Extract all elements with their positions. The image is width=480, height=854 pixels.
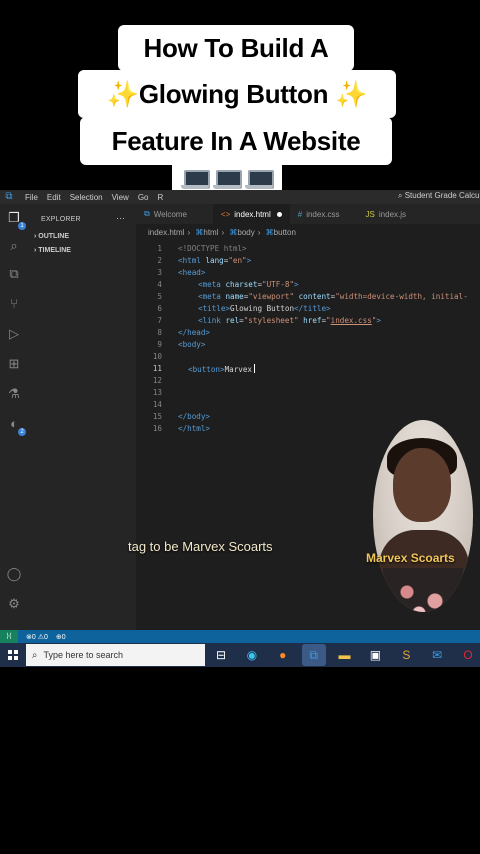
crumb-button[interactable]: button [274, 228, 296, 237]
title-line-1: How To Build A [118, 25, 354, 71]
explorer-sidebar: EXPLORER ··· › OUTLINE › TIMELINE [28, 204, 136, 630]
presenter-name: Marvex Scoarts [366, 551, 455, 565]
taskbar-search-placeholder: Type here to search [43, 650, 124, 660]
code-editor[interactable]: 1 2 3 4 5 6 7 8 9 10 11 12 13 14 15 16 <… [136, 242, 480, 442]
status-bar: ⟩⟨ ⊗0 ⚠0 ⊕0 [0, 630, 480, 643]
tab-welcome[interactable]: ⧉ Welcome [136, 204, 195, 224]
unsaved-dot-icon [276, 211, 282, 217]
remote-indicator-icon[interactable]: ⟩⟨ [0, 630, 18, 643]
code-line: <meta charset="UTF-8"> [198, 280, 299, 289]
editor-tabs: ⧉ Welcome <> index.html # index.css JS index… [136, 204, 480, 224]
line-number: 13 [152, 388, 162, 397]
testing-icon[interactable]: ⚗ [6, 386, 22, 402]
menu-selection[interactable]: Selection [70, 193, 103, 202]
menu-go[interactable]: Go [138, 193, 149, 202]
code-line: </head> [178, 328, 211, 337]
vscode-logo-icon: ⧉ [5, 191, 13, 202]
tab-index-js[interactable]: JS index.js [358, 204, 414, 224]
explorer-icon[interactable]: ❐ 1 [6, 210, 26, 230]
code-line: <link rel="stylesheet" href="index.css"> [198, 316, 381, 325]
code-line: </html> [178, 424, 211, 433]
files-icon[interactable]: ⧉ [6, 266, 22, 282]
start-button[interactable] [0, 643, 26, 667]
html-icon: <> [220, 209, 231, 219]
workspace-name: Student Grade Calcu [404, 191, 480, 200]
line-number: 8 [157, 328, 162, 337]
command-center-search[interactable]: ⌕ Student Grade Calcu [398, 191, 479, 201]
firefox-icon[interactable]: ● [271, 644, 295, 666]
code-line: <!DOCTYPE html> [178, 244, 247, 253]
problems-count[interactable]: ⊗0 ⚠0 [26, 633, 48, 641]
code-line: <head> [178, 268, 206, 277]
search-icon: ⌕ [31, 649, 38, 661]
line-number: 9 [157, 340, 162, 349]
tab-index-html[interactable]: <> index.html [212, 204, 290, 224]
line-number: 1 [157, 244, 162, 253]
store-icon[interactable]: ▣ [363, 644, 387, 666]
windows-taskbar: ⌕ Type here to search ⊟ ◉ ● ⧉ ▬ ▣ S ✉ O [0, 643, 480, 667]
menu-view[interactable]: View [112, 193, 129, 202]
account-icon[interactable]: ◯ [6, 566, 22, 582]
search-icon[interactable]: ⌕ [6, 238, 22, 254]
line-number: 16 [152, 424, 162, 433]
taskbar-search[interactable]: ⌕ Type here to search [25, 644, 206, 666]
crumb-html[interactable]: html [203, 228, 218, 237]
menu-edit[interactable]: Edit [47, 193, 61, 202]
line-number: 14 [152, 400, 162, 409]
explorer-title: EXPLORER [41, 216, 81, 223]
code-line: <title>Glowing Button</title> [198, 304, 331, 313]
code-line: <html lang="en"> [178, 256, 252, 265]
line-number: 3 [157, 268, 162, 277]
task-view-icon[interactable]: ⊟ [209, 644, 233, 666]
line-number: 11 [152, 364, 162, 373]
vscode-taskbar-icon[interactable]: ⧉ [301, 644, 326, 666]
video-frame: How To Build A ✨Glowing Button ✨ Feature… [0, 0, 480, 854]
tab-index-css[interactable]: # index.css [290, 204, 348, 224]
code-line: </body> [178, 412, 211, 421]
settings-gear-icon[interactable]: ⚙ [6, 596, 22, 612]
line-number: 2 [157, 256, 162, 265]
ports-count[interactable]: ⊕0 [56, 633, 66, 641]
code-line: <meta name="viewport" content="width=dev… [198, 292, 468, 301]
vscode-icon: ⧉ [144, 209, 150, 218]
crumb-body[interactable]: body [237, 228, 254, 237]
code-line-active: <button>Marvex [188, 364, 256, 374]
text-cursor [254, 364, 256, 373]
js-icon: JS [365, 209, 375, 219]
menu-bar: ⧉ File Edit Selection View Go R ⌕ Studen… [0, 190, 480, 204]
file-explorer-icon[interactable]: ▬ [333, 644, 357, 666]
title-line-3: Feature In A Website [80, 117, 392, 165]
outline-section[interactable]: › OUTLINE [34, 233, 69, 240]
crumb-file[interactable]: index.html [148, 228, 184, 237]
css-icon: # [297, 209, 303, 219]
extensions-icon[interactable]: ⊞ [6, 356, 22, 372]
line-number: 7 [157, 316, 162, 325]
presenter-webcam [373, 420, 473, 612]
line-number: 4 [157, 280, 162, 289]
run-debug-icon[interactable]: ▷ [6, 326, 22, 342]
title-line-2: ✨Glowing Button ✨ [78, 70, 396, 118]
activity-bar: ❐ 1 ⌕ ⧉ ⑂ ▷ ⊞ ⚗ ◐ 2 ◯ ⚙ [0, 204, 28, 630]
sublime-text-icon[interactable]: S [394, 644, 418, 666]
timeline-section[interactable]: › TIMELINE [34, 247, 71, 254]
menu-run[interactable]: R [157, 193, 163, 202]
opera-icon[interactable]: O [456, 644, 480, 666]
more-actions-icon[interactable]: ··· [116, 213, 125, 223]
line-number: 5 [157, 292, 162, 301]
breadcrumb: index.html › ⌘html › ⌘body › ⌘button [148, 228, 296, 237]
subtitle-caption: tag to be Marvex Scoarts [128, 539, 273, 554]
menu-file[interactable]: File [25, 193, 38, 202]
line-number: 6 [157, 304, 162, 313]
line-number: 15 [152, 412, 162, 421]
mail-icon[interactable]: ✉ [425, 644, 449, 666]
line-number: 10 [152, 352, 162, 361]
edge-browser-icon[interactable]: ◉ [240, 644, 264, 666]
line-number: 12 [152, 376, 162, 385]
remote-icon[interactable]: ◐ 2 [6, 416, 26, 436]
source-control-icon[interactable]: ⑂ [6, 296, 22, 312]
code-line: <body> [178, 340, 206, 349]
windows-logo-icon [7, 650, 18, 660]
